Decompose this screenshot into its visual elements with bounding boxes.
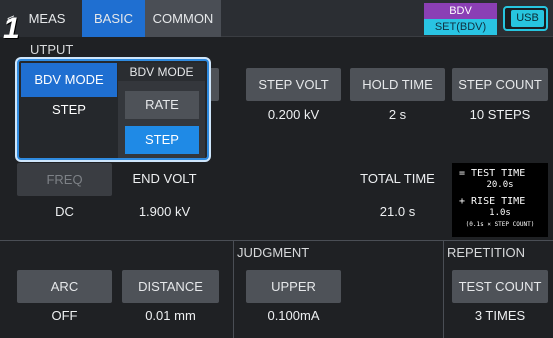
bdv-mode-value: STEP [52, 102, 86, 117]
mode-status-set-bdv: SET(BDV) [424, 19, 497, 35]
tab-common[interactable]: COMMON [145, 0, 221, 37]
bdv-mode-option-rate[interactable]: RATE [125, 91, 199, 119]
step-volt-button[interactable]: STEP VOLT [246, 68, 341, 101]
test-count-value: 3 TIMES [474, 308, 526, 323]
arc-value: OFF [51, 308, 78, 323]
step-count-value: 10 STEPS [469, 107, 531, 122]
total-time-info-box: = TEST TIME 20.0s + RISE TIME 1.0s (0.1s… [452, 163, 548, 237]
judgment-divider [233, 240, 234, 338]
usb-label: USB [511, 10, 544, 27]
upper-button[interactable]: UPPER [246, 270, 341, 303]
end-volt-label: END VOLT [132, 171, 197, 186]
freq-button[interactable]: FREQ [17, 163, 112, 196]
repetition-divider [443, 240, 444, 338]
upper-value: 0.100mA [267, 308, 320, 323]
hold-time-button[interactable]: HOLD TIME [350, 68, 445, 101]
step-volt-value: 0.200 kV [267, 107, 320, 122]
tab-basic[interactable]: BASIC [82, 0, 145, 37]
top-tab-bar: < MEAS BASIC COMMON BDV SET(BDV) USB [0, 0, 553, 37]
total-time-value: 21.0 s [379, 204, 416, 219]
bdv-mode-options-panel: BDV MODE RATE STEP [118, 63, 205, 158]
usb-indicator: USB [503, 6, 548, 31]
total-time-label: TOTAL TIME [360, 171, 435, 186]
info-rise-time-formula: (0.1s × STEP COUNT) [465, 221, 535, 228]
distance-button[interactable]: DISTANCE [122, 270, 219, 303]
bdv-mode-popup: BDV MODE STEP BDV MODE RATE STEP [17, 59, 209, 160]
end-volt-value: 1.900 kV [138, 204, 191, 219]
distance-value: 0.01 mm [145, 308, 196, 323]
tab-meas-label: MEAS [28, 11, 66, 26]
bdv-mode-current[interactable]: BDV MODE STEP [21, 63, 117, 158]
judgment-section-title: JUDGMENT [237, 245, 310, 260]
info-test-time-label: = TEST TIME [459, 168, 526, 179]
test-count-button[interactable]: TEST COUNT [452, 270, 548, 303]
mode-status-bdv: BDV [424, 3, 497, 19]
mode-status-badge: BDV SET(BDV) [424, 3, 497, 35]
bdv-mode-options-title: BDV MODE [118, 63, 205, 81]
repetition-section-title: REPETITION [447, 245, 526, 260]
output-section-title: UTPUT [30, 42, 74, 57]
hold-time-value: 2 s [388, 107, 407, 122]
bdv-mode-option-step[interactable]: STEP [125, 126, 199, 154]
info-rise-time-label: + RISE TIME [459, 196, 526, 207]
info-rise-time-value: 1.0s [489, 208, 511, 218]
freq-value: DC [55, 204, 74, 219]
step-count-button[interactable]: STEP COUNT [452, 68, 548, 101]
bdv-mode-button[interactable]: BDV MODE [21, 63, 117, 97]
info-test-time-value: 20.0s [486, 180, 514, 190]
section-divider [0, 240, 553, 241]
arc-button[interactable]: ARC [17, 270, 112, 303]
step-number-badge: 1 [3, 12, 20, 45]
